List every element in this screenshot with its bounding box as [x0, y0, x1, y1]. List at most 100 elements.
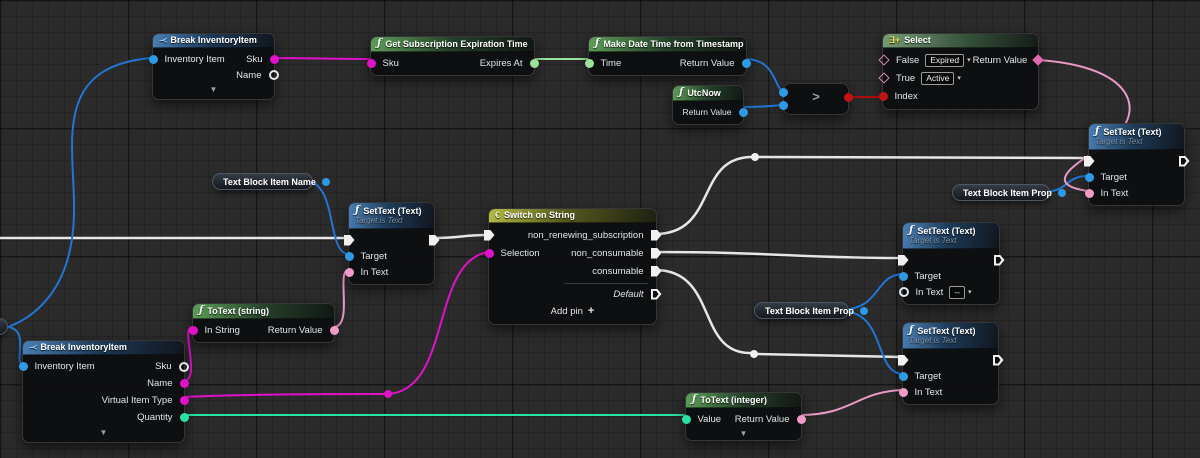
node-select[interactable]: Ǝ+ Select False Expired ▾ Return Value T… [882, 33, 1039, 110]
wire-object-itemname-to-target[interactable] [305, 181, 348, 254]
node-title: ToText (integer) [700, 395, 767, 405]
pin-case-consumable[interactable] [651, 266, 662, 277]
pin-sku[interactable] [270, 55, 279, 64]
node-settext-middle-right[interactable]: ƒ SetText (Text) Target is Text Target I… [902, 222, 1000, 305]
pin-greater-result[interactable] [844, 93, 853, 102]
pin-quantity[interactable] [180, 413, 189, 422]
pin-time[interactable] [585, 59, 594, 68]
pin-label: False [894, 55, 921, 66]
pin-exec-in[interactable] [898, 255, 909, 266]
in-text-value-field[interactable]: -- [949, 286, 965, 299]
pin-label: Return Value [733, 414, 792, 425]
node-totext-string[interactable]: ƒ ToText (string) In String Return Value [192, 303, 335, 343]
pin-inventory-item[interactable] [149, 55, 158, 64]
wire-exec-case2-down[interactable] [655, 270, 750, 353]
wire-object-utcnow-to-greater[interactable] [742, 105, 783, 107]
wire-exec-case0-to-settext-tr[interactable] [757, 157, 1086, 158]
node-totext-integer[interactable]: ƒ ToText (integer) Value Return Value ▼ [685, 392, 802, 441]
select-true-value-field[interactable]: Active [921, 72, 954, 85]
add-pin-button[interactable]: Add pin + [489, 302, 656, 320]
node-break-inventoryitem-bottom[interactable]: −< Break InventoryItem Inventory Item Sk… [22, 340, 185, 443]
function-icon: ƒ [909, 225, 913, 236]
pin-target[interactable] [899, 272, 908, 281]
dropdown-arrow-icon[interactable]: ▾ [968, 288, 972, 296]
dropdown-arrow-icon[interactable]: ▾ [957, 74, 961, 82]
pin-in-text[interactable] [345, 268, 354, 277]
pin-return-value[interactable] [739, 108, 748, 117]
pin-label: Sku [381, 58, 401, 69]
var-text-block-item-prop-lower[interactable]: Text Block Item Prop [754, 302, 849, 319]
collapse-arrow[interactable]: ▼ [153, 83, 274, 95]
wire-object-datetime-to-greater[interactable] [745, 59, 783, 91]
pin-value[interactable] [682, 415, 691, 424]
pin-default[interactable] [651, 289, 662, 300]
wire-object-itemprop-to-target-br[interactable] [843, 311, 902, 374]
pin-in-string[interactable] [189, 326, 198, 335]
pin-exec-in[interactable] [898, 355, 909, 366]
wire-object-item-to-break-top[interactable] [8, 58, 152, 327]
pin-name[interactable] [180, 379, 189, 388]
node-settext-top-right[interactable]: ƒ SetText (Text) Target is Text Target I… [1088, 123, 1185, 206]
select-false-value-field[interactable]: Expired [925, 54, 964, 67]
pin-target[interactable] [345, 252, 354, 261]
pin-case-non-renewing-subscription[interactable] [651, 230, 662, 241]
node-settext-middle[interactable]: ƒ SetText (Text) Target is Text Target I… [348, 202, 435, 285]
node-break-inventoryitem-top[interactable]: −< Break InventoryItem Inventory Item Sk… [152, 33, 275, 100]
wire-exec-settext-mid-to-switch[interactable] [433, 235, 486, 238]
pin-exec-out[interactable] [994, 255, 1005, 266]
wire-exec-case1-to-settext-mr[interactable] [655, 252, 900, 258]
pin-in-text[interactable] [1085, 189, 1094, 198]
pin-select-index[interactable] [879, 92, 888, 101]
pin-exec-out[interactable] [993, 355, 1004, 366]
pin-inventory-item[interactable] [19, 362, 28, 371]
pin-variable-out[interactable] [322, 178, 330, 186]
pin-case-non-consumable[interactable] [651, 248, 662, 259]
pin-in-text[interactable] [899, 287, 909, 297]
reroute-node-exec-top[interactable] [751, 153, 759, 161]
node-settext-bottom-right[interactable]: ƒ SetText (Text) Target is Text Target I… [902, 322, 999, 405]
wire-string-sku[interactable] [273, 58, 370, 59]
pin-variable-out[interactable] [860, 307, 868, 315]
pin-exec-in[interactable] [1084, 156, 1095, 167]
wire-exec-case0-up[interactable] [655, 157, 752, 234]
node-make-datetime-from-timestamp[interactable]: ƒ Make Date Time from Timestamp Time Ret… [588, 36, 747, 76]
pin-variable-out[interactable] [1058, 189, 1066, 197]
pin-target[interactable] [1085, 173, 1094, 182]
pin-expires-at[interactable] [530, 59, 539, 68]
wire-exec-case2-to-settext-br[interactable] [757, 354, 900, 357]
pin-sku-in[interactable] [367, 59, 376, 68]
pin-selection[interactable] [485, 249, 494, 258]
var-text-block-item-prop-upper[interactable]: Text Block Item Prop [952, 184, 1050, 201]
reroute-node-exec-bottom[interactable] [750, 350, 758, 358]
pin-exec-in[interactable] [344, 235, 355, 246]
node-greater-than[interactable]: > [783, 83, 849, 115]
node-switch-on-string[interactable]: € Switch on String non_renewing_subscrip… [488, 208, 657, 325]
wire-text-totextstr-to-intext-mid[interactable] [333, 270, 348, 327]
node-get-subscription-expiration-time[interactable]: ƒ Get Subscription Expiration Time Sku E… [370, 36, 535, 76]
pin-greater-a[interactable] [779, 88, 788, 97]
pin-exec-out[interactable] [429, 235, 440, 246]
collapse-arrow[interactable]: ▼ [686, 427, 801, 439]
collapse-arrow[interactable]: ▼ [23, 426, 184, 438]
pin-sku[interactable] [179, 362, 189, 372]
pin-return-value[interactable] [330, 326, 339, 335]
node-subtitle: Target is Text [909, 336, 990, 345]
pin-in-text[interactable] [899, 388, 908, 397]
wire-text-totextint-to-intext-br[interactable] [800, 390, 902, 415]
pin-name[interactable] [269, 70, 279, 80]
pin-exec-out[interactable] [1179, 156, 1190, 167]
wire-string-virtualitemtype[interactable] [183, 394, 388, 397]
var-text-block-item-name[interactable]: Text Block Item Name [212, 173, 313, 190]
pin-return-value[interactable] [742, 59, 751, 68]
pin-target[interactable] [899, 372, 908, 381]
reroute-node-string[interactable] [384, 390, 392, 398]
wire-object-item-to-break-bottom[interactable] [8, 327, 22, 364]
variable-label: Text Block Item Name [223, 177, 316, 187]
node-utcnow[interactable]: ƒ UtcNow Return Value [672, 85, 744, 125]
blueprint-graph-canvas[interactable]: { "graph": { "background": "#2b2b2b", "n… [0, 0, 1200, 458]
pin-virtual-item-type[interactable] [180, 396, 189, 405]
pin-return-value[interactable] [797, 415, 806, 424]
pin-exec-in[interactable] [484, 230, 495, 241]
node-title: SetText (Text) [917, 326, 975, 336]
pin-greater-b[interactable] [779, 101, 788, 110]
